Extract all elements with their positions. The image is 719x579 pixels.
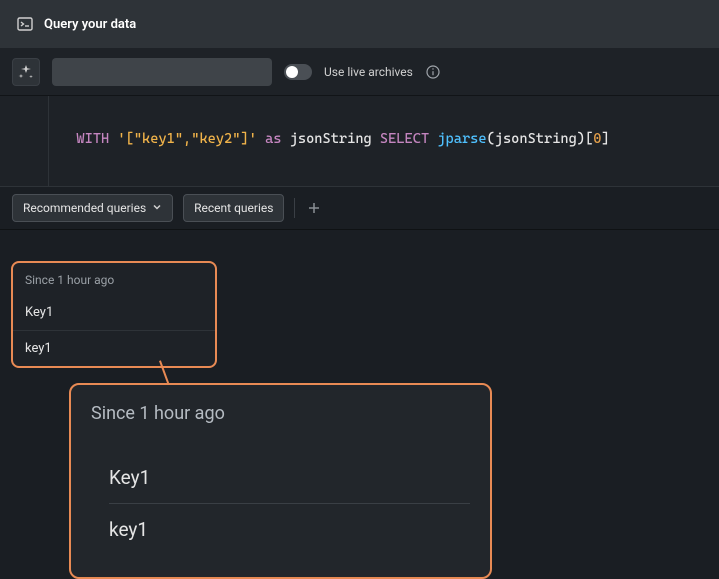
- results-row: key1: [13, 330, 215, 366]
- editor-gutter: [48, 96, 49, 186]
- add-query-button[interactable]: [305, 199, 323, 217]
- token-select: SELECT: [380, 131, 429, 147]
- token-with: WITH: [76, 131, 109, 147]
- token-func: jparse: [437, 131, 486, 147]
- token-arg: jsonString: [495, 131, 577, 147]
- live-archives-label: Use live archives: [324, 65, 413, 79]
- token-paren-open: (: [487, 131, 495, 147]
- zoomed-results-callout: Since 1 hour ago Key1 key1: [69, 383, 492, 579]
- query-toolbar: Use live archives: [0, 48, 719, 96]
- info-icon[interactable]: [425, 64, 441, 80]
- query-icon: [16, 15, 34, 33]
- live-archives-toggle[interactable]: [284, 64, 312, 80]
- results-panel: Since 1 hour ago Key1 key1: [11, 261, 217, 368]
- token-alias: jsonString: [290, 131, 372, 147]
- token-as: as: [265, 131, 281, 147]
- chevron-down-icon: [152, 201, 162, 215]
- recent-queries-chip[interactable]: Recent queries: [183, 194, 284, 222]
- results-column-header: Key1: [13, 295, 215, 330]
- page-title: Query your data: [44, 17, 136, 32]
- query-name-input[interactable]: [52, 58, 272, 86]
- results-timeframe: Since 1 hour ago: [13, 263, 215, 295]
- zoomed-row: key1: [91, 504, 470, 555]
- query-editor[interactable]: WITH '["key1","key2"]' as jsonString SEL…: [0, 96, 719, 186]
- zoomed-column-header: Key1: [91, 452, 470, 503]
- recommended-queries-label: Recommended queries: [23, 201, 146, 215]
- recommended-queries-chip[interactable]: Recommended queries: [12, 194, 173, 222]
- token-string: '["key1","key2"]': [117, 131, 256, 147]
- ai-suggest-button[interactable]: [12, 58, 40, 86]
- chips-divider: [294, 198, 295, 218]
- recent-queries-label: Recent queries: [194, 201, 273, 215]
- query-chips-row: Recommended queries Recent queries: [0, 186, 719, 230]
- token-paren-close: ): [577, 131, 585, 147]
- app-header: Query your data: [0, 0, 719, 48]
- zoomed-timeframe: Since 1 hour ago: [91, 403, 470, 424]
- token-bracket-close: ]: [601, 131, 609, 147]
- token-bracket-open: [: [585, 131, 593, 147]
